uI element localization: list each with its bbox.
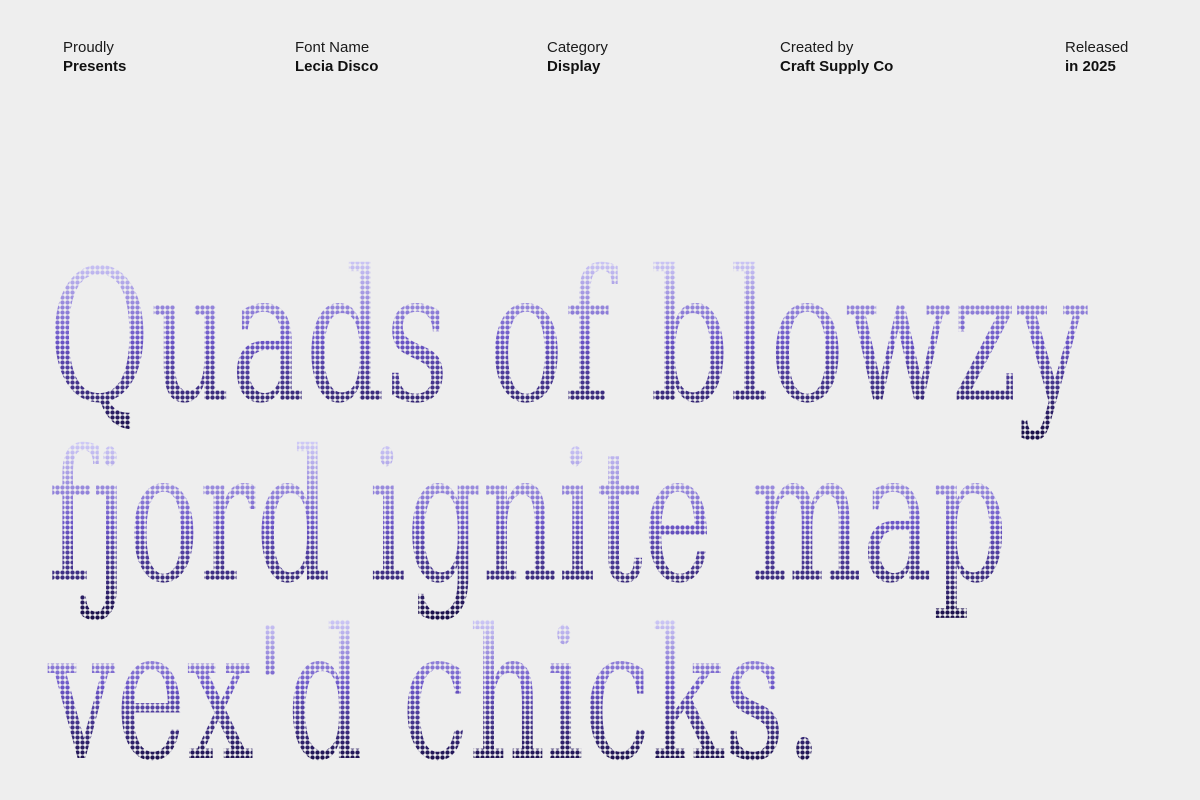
specimen-svg: Quads of blowzy fjord ignite map vex'd c… (47, 231, 1088, 800)
specimen-line-3: vex'd chicks. (47, 589, 823, 800)
type-specimen: Quads of blowzy fjord ignite map vex'd c… (0, 0, 1200, 800)
dotted-text-group: Quads of blowzy fjord ignite map vex'd c… (47, 231, 1088, 800)
